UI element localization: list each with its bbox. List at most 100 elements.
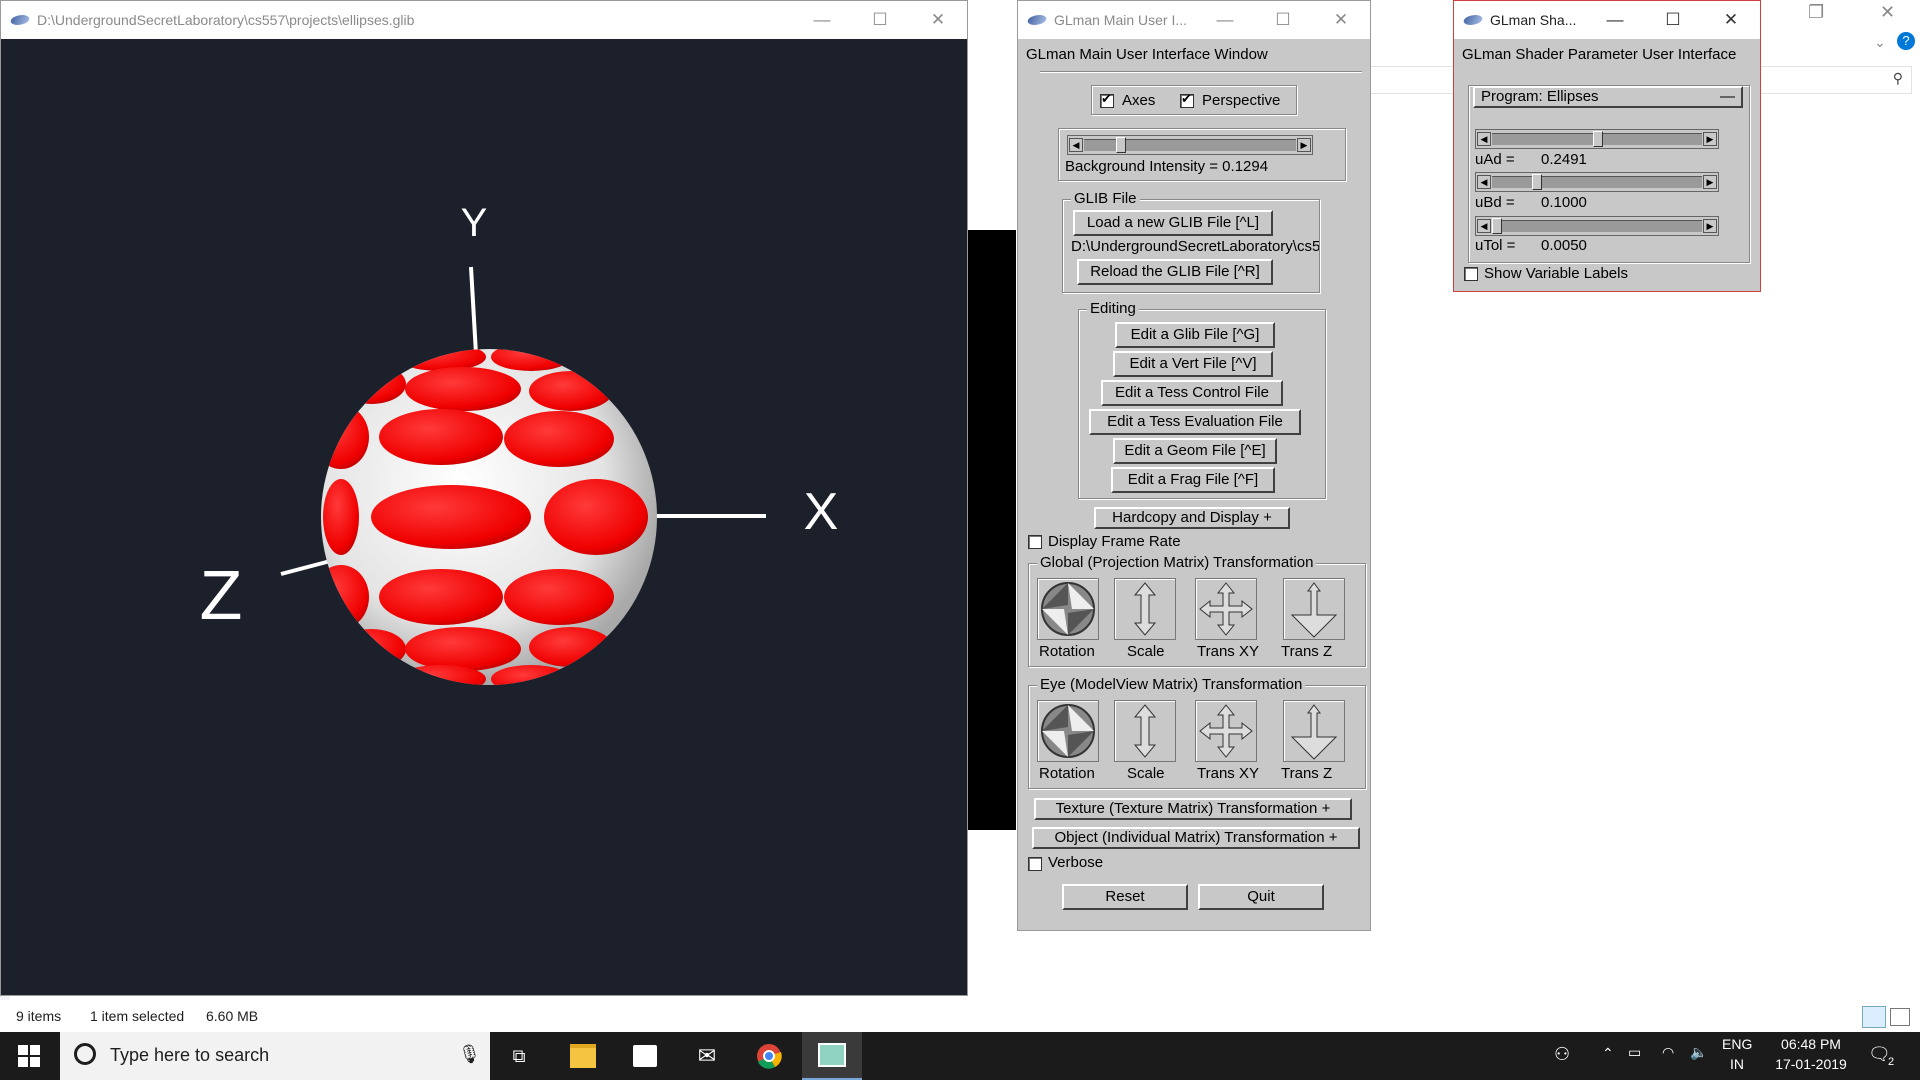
slider-left-arrow-icon[interactable]: ◀ — [1069, 138, 1083, 152]
clock-time[interactable]: 06:48 PM — [1775, 1036, 1847, 1052]
slider-right-arrow-icon[interactable]: ▶ — [1297, 138, 1311, 152]
background-intensity-slider[interactable]: ◀ ▶ — [1067, 135, 1313, 155]
reload-glib-button[interactable]: Reload the GLIB File [^R] — [1077, 259, 1273, 285]
slider-left-arrow-icon[interactable]: ◀ — [1477, 219, 1491, 233]
global-transform-box: Global (Projection Matrix) Transformatio… — [1028, 554, 1366, 667]
slider-thumb[interactable] — [1593, 131, 1603, 147]
slider-right-arrow-icon[interactable]: ▶ — [1703, 219, 1717, 233]
maximize-icon[interactable]: ☐ — [1254, 10, 1312, 30]
edit-tess-control-button[interactable]: Edit a Tess Control File — [1101, 380, 1283, 406]
maximize-icon[interactable]: ☐ — [851, 10, 909, 30]
glman-taskbar-icon[interactable] — [802, 1032, 862, 1080]
slider-thumb[interactable] — [1532, 174, 1543, 190]
battery-icon[interactable]: ▭ — [1628, 1044, 1641, 1061]
editing-box: Editing Edit a Glib File [^G] Edit a Ver… — [1078, 300, 1326, 499]
close-icon[interactable]: ✕ — [1312, 10, 1370, 30]
collapse-icon: — — [1720, 88, 1735, 105]
uad-name: uAd = — [1475, 151, 1515, 168]
start-button[interactable] — [0, 1032, 58, 1080]
gl-window-titlebar[interactable]: D:\UndergroundSecretLaboratory\cs557\pro… — [1, 1, 967, 39]
quit-button[interactable]: Quit — [1198, 884, 1324, 910]
edit-vert-button[interactable]: Edit a Vert File [^V] — [1113, 351, 1273, 377]
minimize-icon[interactable]: — — [1196, 10, 1254, 30]
main-ui-titlebar[interactable]: GLman Main User I... — ☐ ✕ — [1018, 1, 1370, 39]
eye-trans-xy-control[interactable] — [1195, 700, 1257, 762]
trans-xy-arrows-icon — [1199, 582, 1253, 636]
explorer-status-bar: 9 items 1 item selected 6.60 MB — [0, 1002, 1920, 1032]
uad-slider[interactable]: ◀ ▶ — [1475, 129, 1719, 149]
gl-render-window[interactable]: D:\UndergroundSecretLaboratory\cs557\pro… — [0, 0, 968, 996]
texture-transform-label: Texture (Texture Matrix) Transformation — [1055, 800, 1318, 817]
verbose-checkbox[interactable] — [1028, 857, 1042, 871]
slider-right-arrow-icon[interactable]: ▶ — [1703, 175, 1717, 189]
gl-window-title: D:\UndergroundSecretLaboratory\cs557\pro… — [37, 12, 415, 28]
maximize-icon[interactable]: ☐ — [1644, 10, 1702, 30]
object-transform-rollout[interactable]: Object (Individual Matrix) Transformatio… — [1032, 827, 1360, 849]
axes-checkbox[interactable] — [1100, 91, 1114, 108]
help-icon[interactable]: ? — [1897, 32, 1915, 50]
large-icons-view-icon[interactable] — [1890, 1008, 1910, 1026]
taskbar-search-box[interactable]: Type here to search 🎙 — [60, 1032, 490, 1080]
restore-icon[interactable]: ❐ — [1808, 2, 1824, 23]
task-view-icon[interactable]: ⧉ — [490, 1032, 548, 1080]
perspective-checkbox[interactable] — [1180, 91, 1194, 108]
slider-thumb[interactable] — [1116, 137, 1126, 153]
microphone-icon[interactable]: 🎙 — [458, 1044, 481, 1065]
ubd-slider[interactable]: ◀ ▶ — [1475, 172, 1719, 192]
load-glib-button[interactable]: Load a new GLIB File [^L] — [1073, 210, 1273, 236]
hardcopy-display-rollout[interactable]: Hardcopy and Display + — [1094, 507, 1290, 529]
minimize-icon[interactable]: — — [1586, 10, 1644, 30]
eye-rotation-control[interactable] — [1037, 700, 1099, 762]
shader-ui-titlebar[interactable]: GLman Sha... — ☐ ✕ — [1454, 1, 1760, 39]
global-trans-xy-control[interactable] — [1195, 578, 1257, 640]
glman-shader-ui-window[interactable]: GLman Sha... — ☐ ✕ GLman Shader Paramete… — [1453, 0, 1761, 292]
language-indicator[interactable]: ENG — [1722, 1036, 1752, 1052]
global-rotation-control[interactable] — [1037, 578, 1099, 640]
eye-scale-control[interactable] — [1114, 700, 1176, 762]
wifi-icon[interactable]: ◠ — [1662, 1044, 1674, 1061]
close-icon[interactable]: ✕ — [1880, 2, 1895, 23]
global-trans-z-control[interactable] — [1283, 578, 1345, 640]
slider-thumb[interactable] — [1492, 218, 1502, 234]
eye-transform-caption: Eye (ModelView Matrix) Transformation — [1037, 676, 1306, 693]
global-scale-label: Scale — [1127, 643, 1165, 660]
show-variable-labels-checkbox[interactable] — [1464, 267, 1478, 281]
glman-logo-icon — [8, 15, 32, 25]
glman-main-ui-window[interactable]: GLman Main User I... — ☐ ✕ GLman Main Us… — [1017, 0, 1371, 931]
notification-count: 2 — [1888, 1056, 1895, 1068]
people-icon[interactable]: ⚇ — [1554, 1044, 1570, 1065]
edit-glib-button[interactable]: Edit a Glib File [^G] — [1115, 322, 1275, 348]
chevron-down-icon[interactable]: ⌄ — [1874, 34, 1886, 51]
eye-trans-z-control[interactable] — [1283, 700, 1345, 762]
volume-icon[interactable]: 🔈 — [1690, 1044, 1707, 1061]
gl-canvas[interactable]: Y X Z — [11, 39, 966, 994]
global-rotation-label: Rotation — [1039, 643, 1095, 660]
slider-right-arrow-icon[interactable]: ▶ — [1703, 132, 1717, 146]
glman-app-icon — [818, 1043, 846, 1067]
close-icon[interactable]: ✕ — [909, 10, 967, 30]
details-view-icon[interactable] — [1862, 1006, 1886, 1028]
show-hidden-icons-chevron-icon[interactable]: ⌃ — [1602, 1045, 1614, 1062]
edit-geom-button[interactable]: Edit a Geom File [^E] — [1113, 438, 1277, 464]
store-taskbar-icon[interactable] — [616, 1032, 674, 1080]
file-explorer-taskbar-icon[interactable] — [554, 1032, 612, 1080]
object-transform-label: Object (Individual Matrix) Transformatio… — [1054, 829, 1325, 846]
program-box: Program: Ellipses — ◀ ▶ uAd = 0.2491 ◀ ▶… — [1468, 85, 1750, 263]
slider-left-arrow-icon[interactable]: ◀ — [1477, 132, 1491, 146]
close-icon[interactable]: ✕ — [1702, 10, 1760, 30]
global-trans-xy-label: Trans XY — [1197, 643, 1259, 660]
view-options-box: Axes Perspective — [1091, 85, 1297, 115]
region-indicator: IN — [1730, 1056, 1744, 1072]
edit-tess-evaluation-button[interactable]: Edit a Tess Evaluation File — [1089, 409, 1301, 435]
global-scale-control[interactable] — [1114, 578, 1176, 640]
display-frame-rate-checkbox[interactable] — [1028, 535, 1042, 549]
utol-slider[interactable]: ◀ ▶ — [1475, 216, 1719, 236]
minimize-icon[interactable]: — — [793, 10, 851, 30]
chrome-taskbar-icon[interactable] — [740, 1032, 798, 1080]
program-rollout[interactable]: Program: Ellipses — — [1473, 86, 1743, 108]
edit-frag-button[interactable]: Edit a Frag File [^F] — [1111, 467, 1275, 493]
texture-transform-rollout[interactable]: Texture (Texture Matrix) Transformation … — [1034, 798, 1352, 820]
mail-taskbar-icon[interactable]: ✉ — [678, 1032, 736, 1080]
slider-left-arrow-icon[interactable]: ◀ — [1477, 175, 1491, 189]
reset-button[interactable]: Reset — [1062, 884, 1188, 910]
